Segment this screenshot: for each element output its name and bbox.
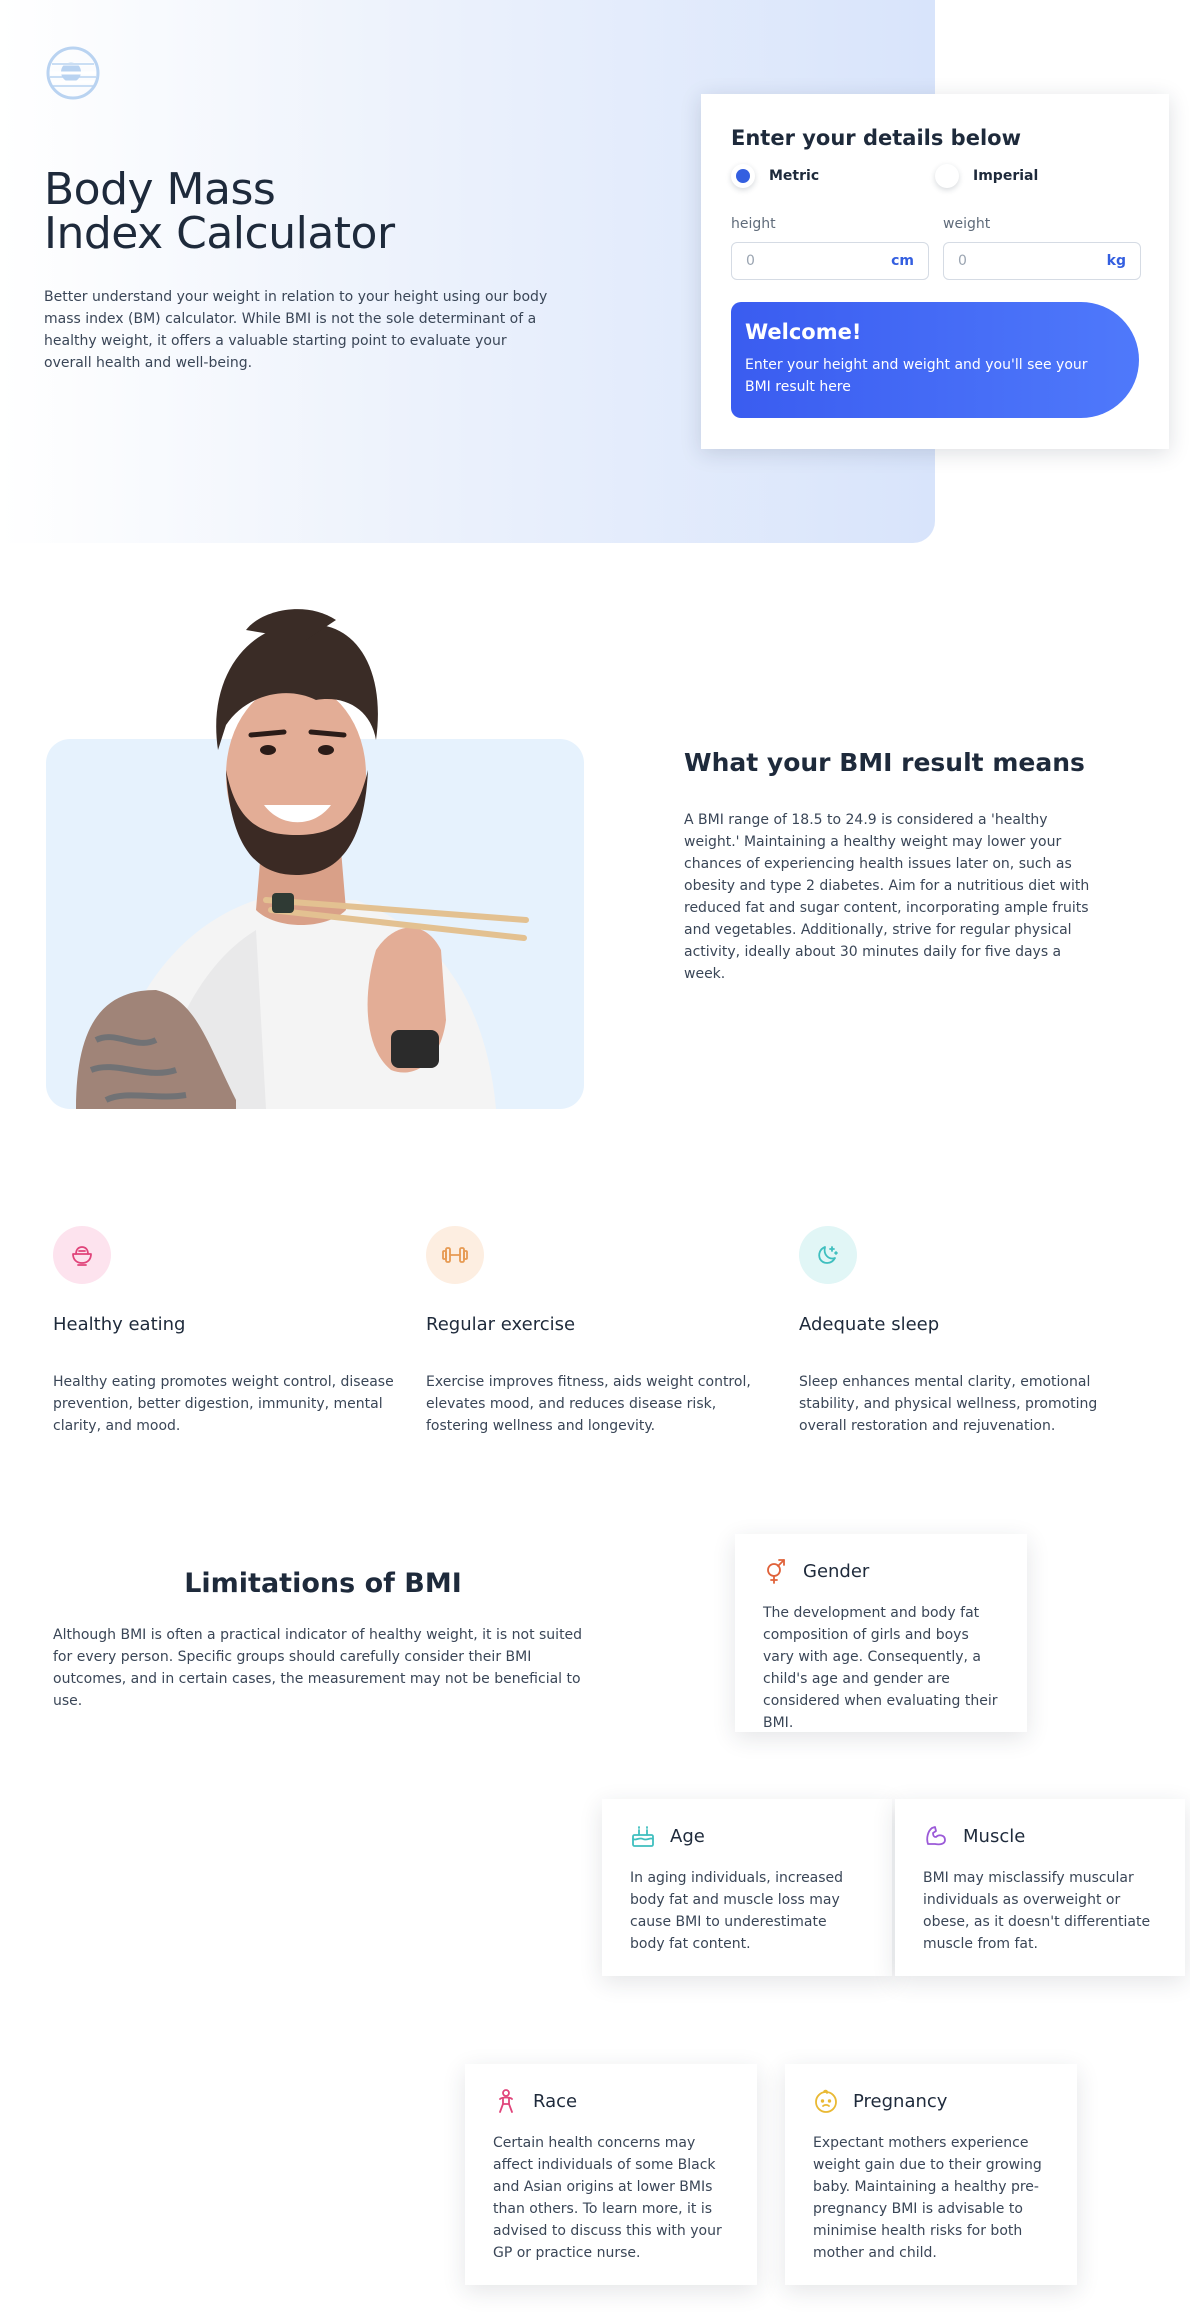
limitations-text: Although BMI is often a practical indica… — [53, 1627, 583, 1709]
gender-icon — [767, 1559, 785, 1584]
dumbbell-icon — [426, 1226, 484, 1284]
limitation-card-gender: Gender The development and body fat comp… — [735, 1534, 1027, 1732]
card-title: Race — [533, 2090, 578, 2112]
result-title: Welcome! — [745, 320, 862, 344]
feature-adequate-sleep: Adequate sleep Sleep enhances mental cla… — [799, 1226, 1149, 1437]
feature-regular-exercise: Regular exercise Exercise improves fitne… — [426, 1226, 776, 1437]
card-text: In aging individuals, increased body fat… — [630, 1870, 844, 1952]
card-text: Expectant mothers experience weight gain… — [813, 2135, 1042, 2261]
page-title: Body Mass Index Calculator — [44, 168, 544, 256]
page-title-line-1: Body Mass — [44, 164, 276, 215]
weight-label: weight — [943, 216, 991, 232]
feature-title: Regular exercise — [426, 1314, 576, 1335]
card-text: BMI may misclassify muscular individuals… — [923, 1870, 1151, 1952]
baby-face-icon — [815, 2089, 837, 2113]
card-text: The development and body fat composition… — [763, 1605, 998, 1731]
weight-input[interactable]: 0 kg — [943, 242, 1141, 280]
feature-title: Adequate sleep — [799, 1314, 940, 1335]
metric-radio-dot[interactable] — [731, 164, 755, 188]
card-title: Muscle — [963, 1825, 1026, 1847]
limitation-card-muscle: Muscle BMI may misclassify muscular indi… — [895, 1799, 1185, 1976]
bmi-calculator-card: Enter your details below Metric Imperial… — [701, 94, 1169, 449]
feature-text: Healthy eating promotes weight control, … — [53, 1374, 394, 1434]
bowl-icon — [53, 1226, 111, 1284]
feature-title: Healthy eating — [53, 1314, 186, 1335]
birthday-cake-icon — [632, 1826, 654, 1847]
height-unit: cm — [891, 253, 914, 269]
height-label: height — [731, 216, 776, 232]
hero-description: Better understand your weight in relatio… — [44, 289, 548, 371]
bmi-meaning-text: A BMI range of 18.5 to 24.9 is considere… — [684, 812, 1090, 982]
card-title: Gender — [803, 1560, 870, 1582]
bmi-meaning-title: What your BMI result means — [684, 748, 1085, 777]
weight-unit: kg — [1106, 253, 1126, 269]
limitations-title: Limitations of BMI — [184, 1568, 462, 1599]
page-title-line-2: Index Calculator — [44, 208, 395, 259]
card-text: Certain health concerns may affect indiv… — [493, 2135, 722, 2261]
man-eating-sushi-image — [76, 609, 529, 1109]
limitation-card-pregnancy: Pregnancy Expectant mothers experience w… — [785, 2064, 1077, 2285]
result-text: Enter your height and weight and you'll … — [745, 357, 1088, 395]
feature-healthy-eating: Healthy eating Healthy eating promotes w… — [53, 1226, 403, 1437]
moon-icon — [799, 1226, 857, 1284]
limitation-card-race: Race Certain health concerns may affect … — [465, 2064, 757, 2285]
result-panel: Welcome! Enter your height and weight an… — [731, 302, 1139, 418]
flexed-bicep-icon — [926, 1826, 946, 1846]
height-input-value[interactable]: 0 — [746, 253, 755, 269]
card-title: Age — [670, 1825, 705, 1847]
imperial-radio-label: Imperial — [973, 168, 1039, 184]
height-input[interactable]: 0 cm — [731, 242, 929, 280]
imperial-radio[interactable]: Imperial — [935, 164, 1038, 188]
metric-radio[interactable]: Metric — [731, 164, 819, 188]
weight-input-value[interactable]: 0 — [958, 253, 967, 269]
feature-text: Exercise improves fitness, aids weight c… — [426, 1374, 751, 1434]
sun-stripes-logo — [46, 46, 100, 100]
person-icon — [499, 2089, 513, 2113]
feature-text: Sleep enhances mental clarity, emotional… — [799, 1374, 1098, 1434]
calculator-title: Enter your details below — [731, 126, 1021, 150]
unit-radio-group: Metric Imperial — [731, 164, 1141, 190]
imperial-radio-dot[interactable] — [935, 164, 959, 188]
card-title: Pregnancy — [853, 2090, 948, 2112]
metric-radio-label: Metric — [769, 168, 820, 184]
limitation-card-age: Age In aging individuals, increased body… — [602, 1799, 892, 1976]
